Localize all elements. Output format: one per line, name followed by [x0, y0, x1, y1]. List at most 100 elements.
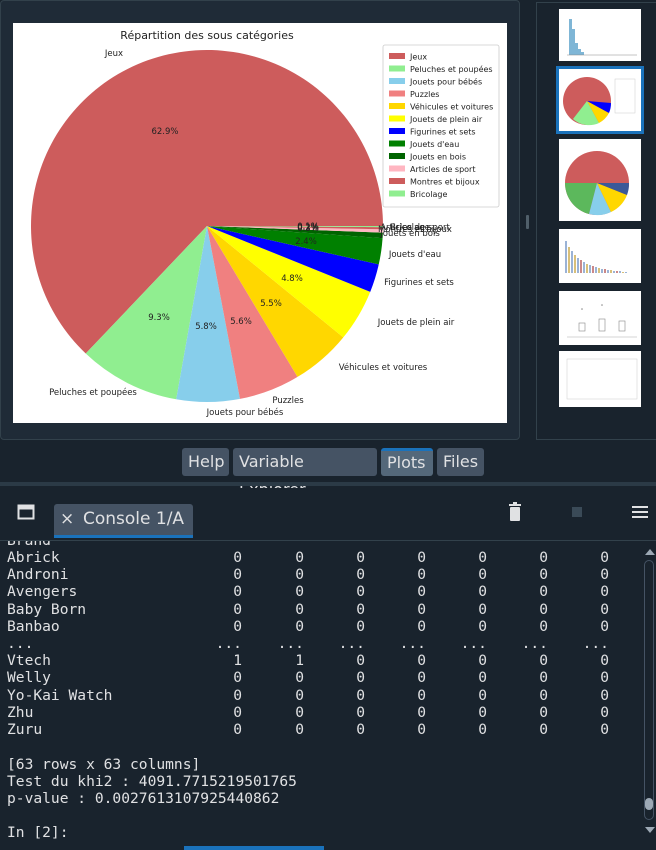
row-cell: 0: [600, 583, 609, 601]
row-cell: 0: [233, 703, 242, 721]
khi2-line: Test du khi2 : 4091.7715219501765: [7, 773, 297, 790]
legend-swatch: [389, 103, 405, 109]
legend-entry: Bricolage: [410, 190, 447, 199]
horizontal-splitter[interactable]: [0, 482, 656, 486]
row-cell: 0: [356, 686, 365, 704]
row-cell: 0: [539, 669, 548, 687]
slice-label: Jouets de plein air: [377, 318, 455, 328]
legend-entry: Jeux: [409, 53, 427, 62]
thumbnail-histogram[interactable]: [559, 9, 641, 61]
summary-line: [63 rows x 63 columns]: [7, 756, 201, 773]
window-icon[interactable]: [17, 504, 35, 520]
legend-entry: Jouets d'eau: [409, 140, 459, 149]
row-cell: 0: [600, 652, 609, 670]
pie-thumbnail: [563, 77, 636, 126]
scroll-track[interactable]: [644, 560, 654, 820]
hamburger-menu-icon[interactable]: [632, 505, 648, 519]
row-cell: 0: [417, 652, 426, 670]
pie2-thumbnail: [565, 151, 630, 216]
row-cell: 0: [478, 686, 487, 704]
row-cell: ...: [460, 635, 487, 652]
legend-entry: Articles de sport: [410, 165, 475, 174]
partial-header-line: Brand: [7, 541, 51, 549]
row-cell: ...: [582, 635, 609, 652]
slice-label: Bricolage: [390, 223, 430, 233]
thumbnail-pie-2[interactable]: [559, 139, 641, 221]
plot-pane: Répartition des sous catégories Jeux Peluc…: [0, 0, 520, 440]
plot-canvas: Répartition des sous catégories Jeux Peluc…: [13, 23, 507, 423]
row-cell: 0: [417, 600, 426, 618]
console-header: × Console 1/A: [0, 488, 656, 541]
stop-icon[interactable]: [572, 507, 582, 517]
legend-entry: Jouets de plein air: [409, 115, 483, 124]
active-indicator-bar: [184, 846, 324, 850]
row-cell: 0: [233, 549, 242, 566]
row-cell: 0: [539, 566, 548, 584]
row-cell: 0: [356, 583, 365, 601]
tab-variable-explorer[interactable]: Variable Explorer: [233, 448, 377, 499]
row-cell: 0: [417, 669, 426, 687]
row-cell: 0: [233, 566, 242, 584]
thumbnail-barchart[interactable]: [559, 229, 641, 283]
thumbnail-boxplot[interactable]: [559, 291, 641, 345]
row-cell: 0: [417, 566, 426, 584]
vertical-splitter[interactable]: [522, 0, 534, 440]
thumbnail-pie-selected[interactable]: [556, 66, 644, 134]
row-cell: 0: [356, 566, 365, 584]
console-output[interactable]: Brand Abrick0000000Androni0000000Avenger…: [0, 541, 640, 850]
legend-swatch: [389, 128, 405, 134]
thumbnail-empty-plot[interactable]: [559, 351, 641, 407]
row-cell: 0: [478, 583, 487, 601]
percentage-label: 62.9%: [151, 127, 178, 137]
trash-icon[interactable]: [507, 502, 523, 522]
row-cell: 0: [539, 721, 548, 738]
row-cell: 0: [600, 669, 609, 687]
scroll-thumb[interactable]: [645, 798, 653, 810]
console-scrollbar[interactable]: [642, 548, 656, 838]
input-prompt[interactable]: In [2]:: [7, 824, 69, 841]
barchart-thumbnail: [565, 241, 627, 273]
tab-plots[interactable]: Plots: [381, 448, 433, 476]
row-cell: 0: [539, 600, 548, 618]
slice-label: Jouets pour bébés: [206, 407, 284, 418]
row-cell: ...: [399, 635, 426, 652]
row-cell: ...: [338, 635, 365, 652]
legend-swatch: [389, 65, 405, 72]
row-cell: 0: [417, 549, 426, 566]
row-cell: 0: [478, 721, 487, 738]
chart-title: Répartition des sous catégories: [120, 29, 294, 42]
tab-files[interactable]: Files: [437, 448, 484, 476]
legend-entry: Peluches et poupées: [410, 64, 493, 74]
splitter-grip[interactable]: [526, 215, 529, 229]
row-cell: 0: [539, 652, 548, 670]
row-cell: ...: [215, 635, 242, 652]
row-name: Zuru: [7, 721, 43, 738]
percentage-label: 9.3%: [148, 313, 170, 323]
scroll-up-icon[interactable]: [645, 548, 655, 556]
row-cell: 0: [233, 721, 242, 738]
legend-swatch: [389, 90, 405, 97]
console-tab[interactable]: × Console 1/A: [54, 504, 193, 538]
row-cell: 0: [539, 703, 548, 721]
empty-plot-thumbnail: [566, 358, 638, 400]
close-icon[interactable]: ×: [60, 504, 74, 535]
legend-swatch: [389, 165, 405, 172]
scroll-down-icon[interactable]: [645, 826, 655, 834]
row-cell: 0: [356, 549, 365, 566]
row-cell: 0: [233, 600, 242, 618]
boxplot-thumbnail: [567, 304, 637, 338]
legend-swatch: [389, 115, 405, 122]
row-cell: 0: [356, 617, 365, 635]
row-cell: 0: [356, 600, 365, 618]
tab-help[interactable]: Help: [182, 448, 229, 476]
row-name: ...: [7, 635, 34, 652]
plot-thumbnails-pane: [536, 2, 656, 440]
row-name: Yo-Kai Watch: [7, 686, 113, 704]
row-cell: 0: [600, 703, 609, 721]
row-cell: 0: [478, 617, 487, 635]
legend-swatch: [389, 190, 405, 197]
legend-entry: Figurines et sets: [410, 128, 476, 137]
row-cell: 0: [417, 686, 426, 704]
row-cell: 0: [295, 617, 304, 635]
row-cell: ...: [521, 635, 548, 652]
